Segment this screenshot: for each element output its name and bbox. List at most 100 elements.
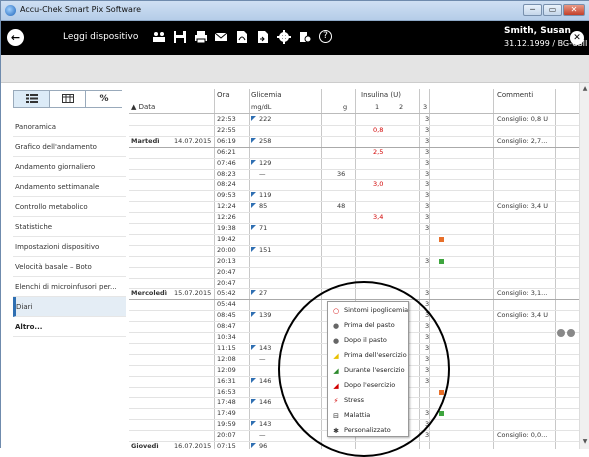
row-time[interactable]: 16:53 [217,388,236,397]
row-glucose[interactable]: 71 [259,224,267,233]
row-time[interactable]: 12:26 [217,213,236,222]
row-time[interactable]: 17:48 [217,398,236,407]
mail-icon[interactable] [214,30,228,44]
list-view-tab[interactable] [14,91,50,107]
row-time[interactable]: 20:47 [217,279,236,288]
row-glucose[interactable]: 151 [259,246,271,255]
column-header-insulina[interactable]: Insulina (U) [361,91,401,100]
row-glucose[interactable]: 143 [259,420,271,429]
row-carbs[interactable]: 36 [337,170,345,179]
glucose-flag-icon [251,203,256,209]
row-time[interactable]: 06:21 [217,148,236,157]
close-window-button[interactable]: ✕ [563,4,585,16]
scroll-down-icon[interactable]: ▼ [580,438,589,447]
row-time[interactable]: 08:23 [217,170,236,179]
row-comment[interactable]: Consiglio: 3,4 U [497,311,548,320]
print-icon[interactable] [194,30,208,44]
row-time[interactable]: 12:08 [217,355,236,364]
row-time[interactable]: 17:49 [217,409,236,418]
row-glucose[interactable]: — [259,170,266,179]
sidebar-item[interactable]: Panoramica [13,117,126,137]
row-time[interactable]: 08:47 [217,322,236,331]
row-time[interactable]: 12:09 [217,366,236,375]
row-glucose[interactable]: 222 [259,115,271,124]
percent-view-tab[interactable]: % [86,91,122,107]
close-icon[interactable]: ✕ [570,31,584,45]
pdf-icon[interactable] [235,30,249,44]
row-insulin[interactable]: 3,4 [373,213,383,222]
row-glucose[interactable]: 146 [259,398,271,407]
sidebar-item[interactable]: Elenchi di microinfusori per... [13,277,126,297]
remove-row-icon[interactable] [567,329,575,337]
glucose-flag-icon [251,159,256,165]
row-time[interactable]: 19:38 [217,224,236,233]
row-time[interactable]: 12:24 [217,202,236,211]
save-icon[interactable] [173,30,187,44]
add-row-icon[interactable] [557,329,565,337]
row-comment[interactable]: Consiglio: 3,1... [497,289,547,298]
sidebar-item[interactable]: Andamento settimanale [13,177,126,197]
row-glucose[interactable]: 85 [259,202,267,211]
row-glucose[interactable]: 119 [259,191,271,200]
row-time[interactable]: 19:59 [217,420,236,429]
sidebar-item[interactable]: Impostazioni dispositivo [13,237,126,257]
row-glucose[interactable]: — [259,355,266,364]
row-comment[interactable]: Consiglio: 0,0... [497,431,547,440]
pdf-export-icon[interactable] [256,30,270,44]
settings-icon[interactable] [277,30,291,44]
device-settings-icon[interactable] [298,30,312,44]
row-insulin[interactable]: 3,0 [373,180,383,189]
row-time[interactable]: 05:44 [217,300,236,309]
vertical-scrollbar[interactable]: ▲ ▼ [579,83,589,449]
row-glucose[interactable]: 146 [259,377,271,386]
back-icon[interactable]: ← [7,29,24,46]
row-glucose[interactable]: 27 [259,289,267,298]
row-comment[interactable]: Consiglio: 2,7... [497,137,547,146]
row-time[interactable]: 19:42 [217,235,236,244]
row-day: Martedì [131,136,160,145]
row-comment[interactable]: Consiglio: 0,8 U [497,115,548,124]
row-time[interactable]: 11:15 [217,344,236,353]
row-insulin[interactable]: 0,8 [373,126,383,135]
help-icon[interactable]: ? [319,30,332,43]
column-header-ora[interactable]: Ora [217,91,230,100]
row-time[interactable]: 20:07 [217,431,236,440]
row-comment[interactable]: Consiglio: 3,4 U [497,202,548,211]
row-insulin[interactable]: 2,5 [373,148,383,157]
table-view-tab[interactable] [50,91,86,107]
row-time[interactable]: 22:55 [217,126,236,135]
column-header-glicemia[interactable]: Glicemia [251,91,282,100]
sidebar-item[interactable]: Diari [13,297,126,317]
sidebar-item[interactable]: Grafico dell'andamento [13,137,126,157]
row-time[interactable]: 06:19 [217,137,236,146]
row-glucose[interactable]: — [259,431,266,440]
sidebar-item[interactable]: Andamento giornaliero [13,157,126,177]
sidebar-item[interactable]: Statistiche [13,217,126,237]
row-time[interactable]: 20:00 [217,246,236,255]
minimize-button[interactable]: ─ [523,4,542,16]
row-time[interactable]: 22:53 [217,115,236,124]
sidebar-item[interactable]: Controllo metabolico [13,197,126,217]
row-time[interactable]: 20:47 [217,268,236,277]
row-glucose[interactable]: 143 [259,344,271,353]
row-time[interactable]: 07:46 [217,159,236,168]
row-time[interactable]: 08:45 [217,311,236,320]
row-time[interactable]: 20:13 [217,257,236,266]
column-header-commenti[interactable]: Commenti [497,91,533,100]
sidebar-item[interactable]: Altro... [13,317,126,337]
row-glucose[interactable]: 258 [259,137,271,146]
row-time[interactable]: 09:53 [217,191,236,200]
row-time[interactable]: 05:42 [217,289,236,298]
glucose-flag-icon [251,377,256,383]
row-carbs[interactable]: 48 [337,202,345,211]
row-time[interactable]: 10:34 [217,333,236,342]
row-time[interactable]: 08:24 [217,180,236,189]
row-glucose[interactable]: 129 [259,159,271,168]
row-glucose[interactable]: 139 [259,311,271,320]
maximize-button[interactable]: ▭ [543,4,562,16]
scroll-up-icon[interactable]: ▲ [580,85,589,94]
row-time[interactable]: 16:31 [217,377,236,386]
column-header-data[interactable]: ▲ Data [131,103,155,112]
people-icon[interactable] [152,30,166,44]
sidebar-item[interactable]: Velocità basale – Boto [13,257,126,277]
